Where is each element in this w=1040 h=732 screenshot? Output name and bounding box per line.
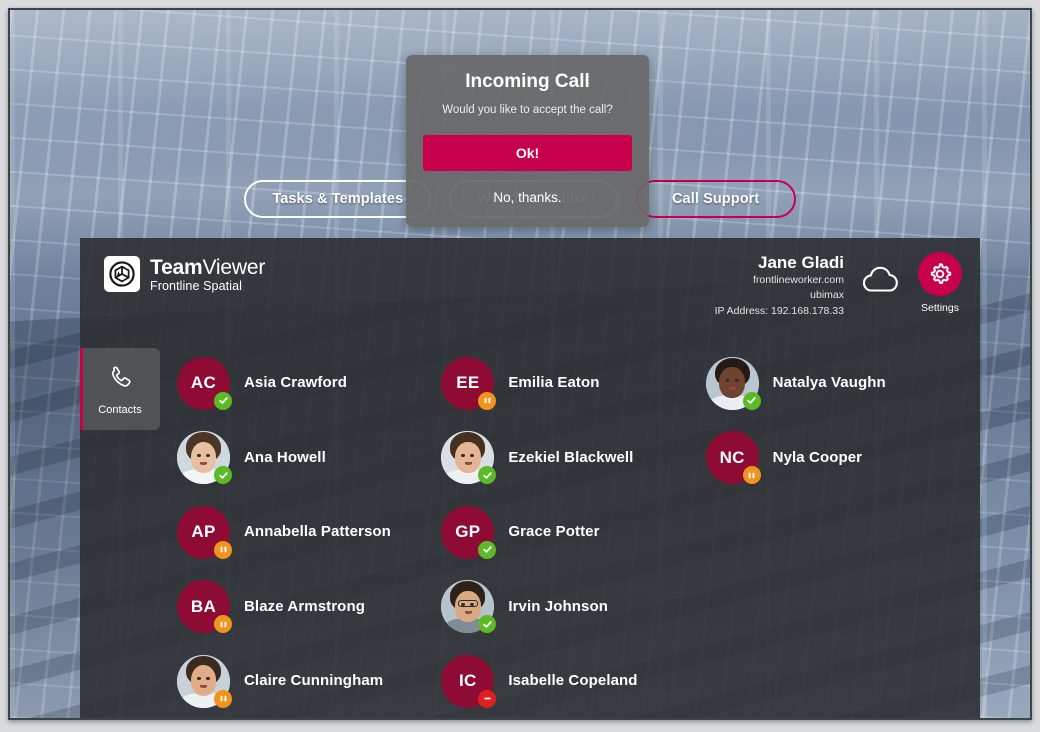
contact-name: Blaze Armstrong (244, 597, 365, 615)
contacts-grid: AC Asia Crawford EE Emilia Eaton Natalya Vau… (165, 338, 980, 721)
avatar-initials-text: NC (719, 447, 745, 467)
contact-name: Ana Howell (244, 448, 326, 466)
app-header: TeamViewer Frontline Spatial Jane Gladi … (80, 238, 980, 338)
contact-name: Ezekiel Blackwell (508, 448, 634, 466)
avatar: NC (705, 431, 761, 485)
brand-subtitle: Frontline Spatial (150, 279, 243, 294)
avatar: EE (441, 356, 497, 410)
avatar: AC (177, 356, 232, 410)
contact-item[interactable]: NC Nyla Cooper (705, 421, 970, 496)
contact-name: Grace Potter (508, 523, 600, 541)
status-away-icon (214, 615, 232, 634)
teamviewer-cube-icon (104, 256, 140, 292)
contact-item[interactable] (441, 719, 705, 721)
contact-name: Emilia Eaton (508, 374, 600, 392)
status-online-icon (742, 391, 761, 410)
contact-item[interactable]: AC Asia Crawford (177, 346, 441, 421)
avatar-initials-text: AC (190, 373, 217, 393)
contact-name: Nyla Cooper (772, 448, 863, 466)
avatar-initials-text: EE (456, 373, 480, 393)
contact-item[interactable]: GP Grace Potter (441, 495, 705, 570)
avatar (441, 431, 497, 485)
frontline-app-panel: TeamViewer Frontline Spatial Jane Gladi … (80, 238, 980, 721)
brand-wordmark: TeamViewer Frontline Spatial (150, 256, 265, 294)
app-window: Tasks & TemplatesWorkflow EditorCall Sup… (8, 8, 1032, 720)
contact-item[interactable]: Claire Cunningham (177, 644, 441, 718)
contacts-grid-spacer (706, 570, 970, 645)
user-domain: frontlineworker.com (752, 274, 844, 287)
status-online-icon (478, 540, 497, 559)
dialog-title: Incoming Call (465, 71, 590, 92)
header-right-cluster: Jane Gladi frontlineworker.com ubimax IP… (715, 250, 962, 319)
contact-name: Isabelle Copeland (508, 672, 638, 690)
brand-name-bold: Team (150, 256, 203, 279)
accept-call-button[interactable]: Ok! (423, 135, 632, 171)
background-action-0[interactable]: Tasks & Templates (244, 180, 432, 218)
contact-name: Asia Crawford (244, 374, 347, 392)
sidebar: Contacts (80, 338, 165, 718)
contact-item[interactable]: Ana Howell (177, 421, 441, 496)
cloud-icon[interactable] (860, 250, 902, 299)
contact-item[interactable]: Irvin Johnson (441, 570, 705, 645)
decline-call-button[interactable]: No, thanks. (423, 190, 632, 205)
status-away-icon (214, 689, 232, 708)
background-action-label: Call Support (671, 191, 760, 207)
sidebar-item-contacts[interactable]: Contacts (80, 348, 160, 430)
screenshot-root: Tasks & TemplatesWorkflow EditorCall Sup… (0, 0, 1040, 732)
user-ip-address: IP Address: 192.168.178.33 (714, 304, 844, 317)
avatar (177, 431, 232, 485)
settings-label: Settings (921, 302, 959, 314)
contact-name: Annabella Patterson (244, 523, 391, 541)
dialog-message: Would you like to accept the call? (442, 104, 613, 116)
contact-item[interactable]: BA Blaze Armstrong (177, 570, 441, 645)
user-info: Jane Gladi frontlineworker.com ubimax IP… (715, 250, 844, 319)
contacts-grid-spacer (706, 719, 970, 721)
user-name: Jane Gladi (758, 253, 844, 272)
status-busy-icon (478, 689, 497, 708)
avatar: AP (177, 505, 232, 559)
avatar-initials-text: AP (191, 522, 216, 542)
contact-name: Irvin Johnson (508, 597, 608, 615)
contacts-grid-spacer (706, 644, 970, 718)
sidebar-item-label: Contacts (98, 404, 142, 416)
settings-circle[interactable] (918, 252, 962, 296)
avatar-initials-text: BA (190, 596, 217, 616)
status-online-icon (214, 391, 232, 410)
avatar-initials-text: IC (459, 671, 477, 691)
avatar: BA (177, 580, 232, 634)
incoming-call-dialog: Incoming Call Would you like to accept t… (406, 55, 649, 227)
avatar: GP (441, 505, 497, 559)
settings-button[interactable]: Settings (918, 250, 962, 314)
contact-item[interactable]: Natalya Vaughn (705, 346, 970, 421)
avatar (441, 580, 497, 634)
avatar (705, 356, 761, 410)
contacts-grid-spacer (706, 495, 970, 570)
phone-icon (111, 366, 131, 387)
contact-item[interactable]: EE Emilia Eaton (441, 346, 705, 421)
background-action-label: Tasks & Templates (272, 191, 404, 207)
contact-name: Natalya Vaughn (772, 374, 886, 392)
avatar: IC (441, 654, 497, 708)
status-away-icon (742, 466, 761, 485)
status-away-icon (478, 391, 497, 410)
app-body: Contacts AC Asia Crawford EE Emilia Eaton Na… (80, 338, 980, 721)
contact-name: Claire Cunningham (244, 672, 384, 690)
background-action-2[interactable]: Call Support (635, 180, 796, 218)
contact-item[interactable] (177, 719, 441, 721)
avatar-initials-text: GP (455, 522, 481, 542)
brand-name-light: Viewer (202, 256, 266, 279)
status-away-icon (214, 540, 232, 559)
contact-item[interactable]: IC Isabelle Copeland (441, 644, 705, 718)
contact-item[interactable]: AP Annabella Patterson (177, 495, 441, 570)
contact-item[interactable]: Ezekiel Blackwell (441, 421, 705, 496)
avatar (177, 654, 232, 708)
gear-icon (930, 263, 952, 284)
user-tenant: ubimax (810, 289, 844, 302)
